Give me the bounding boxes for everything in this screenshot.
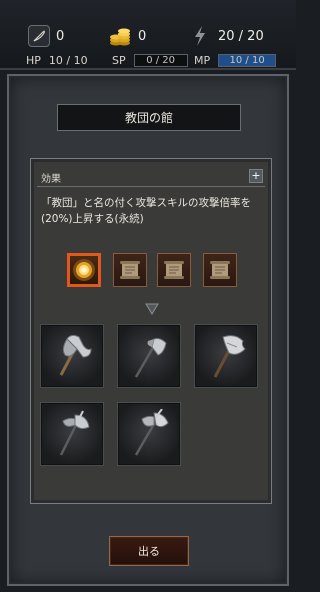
feather-quill-icon (28, 25, 50, 47)
weapon-slot-5[interactable] (118, 403, 180, 465)
halberd-icon (59, 410, 90, 456)
scroll-slot-2[interactable] (113, 253, 147, 287)
effect-header: 効果 + (37, 167, 265, 187)
sp-value: 0 / 20 (146, 54, 176, 66)
parchment-scroll-icon (120, 261, 140, 279)
weapon-slot-2[interactable] (118, 325, 180, 387)
parchment-scroll-icon (164, 261, 184, 279)
sp-stat: SP 0 / 20 (112, 52, 188, 68)
main-frame: 教団の館 効果 + 「教団」と名の付く攻撃スキルの攻撃倍率を(20%)上昇する(… (7, 74, 289, 586)
sp-bar: 0 / 20 (133, 53, 188, 67)
expand-button[interactable]: + (249, 169, 263, 183)
lightning-bolt-icon (192, 25, 208, 47)
energy-count: 20 / 20 (218, 28, 264, 44)
weapon-slot-1[interactable] (41, 325, 103, 387)
stat-row: HP 10 / 10 SP 0 / 20 MP 10 / 10 (0, 52, 296, 68)
poleaxe-icon (134, 338, 167, 378)
selected-tome-slot[interactable] (67, 253, 101, 287)
status-bar: 0 0 20 / 20 HP 10 / 10 SP 0 / 20 MP 10 /… (0, 0, 296, 70)
resource-row: 0 0 20 / 20 (0, 20, 296, 52)
broad-axe-icon (213, 335, 246, 378)
parchment-scroll-icon (210, 261, 230, 279)
feather-resource: 0 (28, 20, 64, 52)
mp-label: MP (194, 53, 211, 67)
sp-label: SP (112, 53, 126, 67)
mp-stat: MP 10 / 10 (194, 52, 277, 68)
hp-label: HP (26, 53, 41, 67)
page-title: 教団の館 (57, 104, 241, 131)
scroll-slot-4[interactable] (203, 253, 237, 287)
weapon-slot-3[interactable] (195, 325, 257, 387)
energy-resource: 20 / 20 (192, 20, 264, 52)
battle-axe-icon (134, 409, 169, 456)
gold-coins-icon (108, 24, 132, 48)
mp-value: 10 / 10 (229, 54, 265, 66)
gold-resource: 0 (108, 20, 146, 52)
effect-label: 効果 (41, 174, 61, 185)
exit-button[interactable]: 出る (109, 536, 189, 566)
weapon-slot-4[interactable] (41, 403, 103, 465)
scroll-slot-3[interactable] (157, 253, 191, 287)
effect-panel: 効果 + 「教団」と名の付く攻撃スキルの攻撃倍率を(20%)上昇する(永続) (30, 158, 272, 504)
scroll-selector (31, 253, 271, 293)
double-axe-icon (59, 334, 92, 376)
triangle-down-icon (145, 303, 159, 315)
effect-description: 「教団」と名の付く攻撃スキルの攻撃倍率を(20%)上昇する(永続) (41, 197, 251, 225)
glowing-tome-icon (73, 259, 95, 281)
gold-count: 0 (138, 28, 147, 44)
mp-bar: 10 / 10 (218, 53, 277, 67)
hp-value: 10 / 10 (48, 53, 88, 67)
feather-count: 0 (56, 28, 65, 44)
hp-stat: HP 10 / 10 (26, 52, 88, 68)
